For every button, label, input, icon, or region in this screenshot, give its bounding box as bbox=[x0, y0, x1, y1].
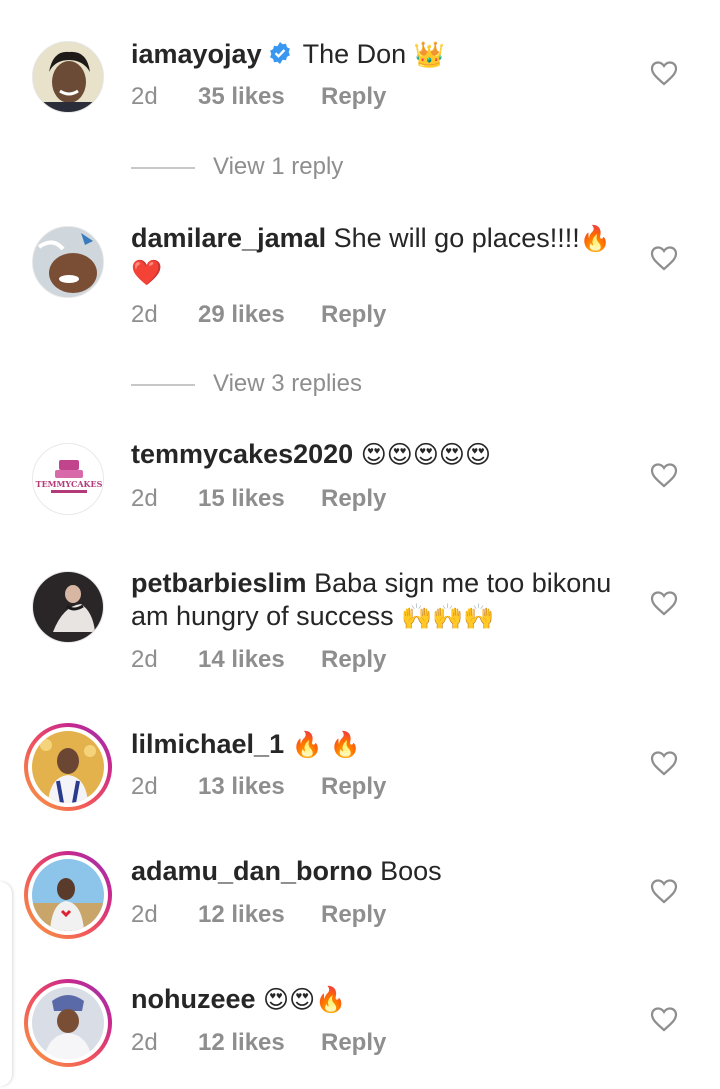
like-heart-icon[interactable] bbox=[650, 462, 678, 488]
like-heart-icon[interactable] bbox=[650, 245, 678, 271]
heart-eyes-fire-emoji-icon: 😍😍🔥 bbox=[263, 986, 347, 1014]
avatar[interactable] bbox=[32, 571, 104, 643]
comment-text: nohuzeee 😍😍🔥 bbox=[131, 983, 631, 1017]
like-heart-icon[interactable] bbox=[650, 60, 678, 86]
heart-eyes-emoji-icon: 😍😍😍😍😍 bbox=[360, 441, 492, 469]
comment-text: lilmichael_1 🔥 🔥 bbox=[131, 728, 631, 762]
comment-likes[interactable]: 15 likes bbox=[198, 484, 321, 514]
avatar-story-ring[interactable] bbox=[24, 979, 112, 1067]
comment-likes[interactable]: 35 likes bbox=[198, 82, 321, 112]
comment-likes[interactable]: 12 likes bbox=[198, 900, 321, 930]
comment-time: 2d bbox=[131, 485, 158, 512]
avatar[interactable]: TEMMYCAKES bbox=[32, 443, 104, 515]
view-replies-label: View 3 replies bbox=[213, 370, 362, 397]
raising-hands-emoji-icon: 🙌🙌🙌 bbox=[401, 603, 495, 631]
side-panel-edge bbox=[0, 882, 12, 1086]
comment-text: damilare_jamal She will go places!!!!🔥❤️ bbox=[131, 222, 631, 290]
comment-username[interactable]: iamayojay bbox=[131, 39, 262, 69]
comment-time: 2d bbox=[131, 901, 158, 928]
avatar-logo-text: TEMMYCAKES bbox=[36, 479, 103, 489]
comment-username[interactable]: lilmichael_1 bbox=[131, 729, 284, 759]
like-heart-icon[interactable] bbox=[650, 878, 678, 904]
comment-meta: 2d 13 likes Reply bbox=[131, 772, 386, 802]
comment-time: 2d bbox=[131, 646, 158, 673]
comment-likes[interactable]: 13 likes bbox=[198, 772, 321, 802]
comment-time: 2d bbox=[131, 773, 158, 800]
avatar-story-ring[interactable] bbox=[24, 851, 112, 939]
comment-body: Boos bbox=[380, 856, 442, 886]
comment-text: adamu_dan_borno Boos bbox=[131, 855, 631, 888]
reply-button[interactable]: Reply bbox=[321, 772, 386, 802]
view-replies-link[interactable]: View 1 reply bbox=[131, 152, 343, 182]
comment-text: iamayojay The Don 👑 bbox=[131, 38, 631, 72]
divider-line bbox=[131, 383, 195, 386]
avatar bbox=[32, 987, 104, 1059]
comment-meta: 2d 35 likes Reply bbox=[131, 82, 386, 112]
like-heart-icon[interactable] bbox=[650, 590, 678, 616]
comment-username[interactable]: adamu_dan_borno bbox=[131, 856, 373, 886]
avatar bbox=[32, 859, 104, 931]
reply-button[interactable]: Reply bbox=[321, 645, 386, 675]
divider-line bbox=[131, 166, 195, 169]
comment-meta: 2d 29 likes Reply bbox=[131, 300, 386, 330]
comment-meta: 2d 14 likes Reply bbox=[131, 645, 386, 675]
comment-time: 2d bbox=[131, 301, 158, 328]
verified-badge-icon bbox=[269, 42, 290, 64]
avatar-story-ring[interactable] bbox=[24, 723, 112, 811]
comment-likes[interactable]: 14 likes bbox=[198, 645, 321, 675]
comment-likes[interactable]: 12 likes bbox=[198, 1028, 321, 1058]
comment-meta: 2d 12 likes Reply bbox=[131, 900, 386, 930]
avatar bbox=[32, 731, 104, 803]
reply-button[interactable]: Reply bbox=[321, 484, 386, 514]
crown-emoji-icon: 👑 bbox=[413, 41, 445, 69]
comment-meta: 2d 15 likes Reply bbox=[131, 484, 386, 514]
view-replies-label: View 1 reply bbox=[213, 153, 344, 180]
comment-time: 2d bbox=[131, 83, 158, 110]
comment-username[interactable]: temmycakes2020 bbox=[131, 439, 353, 469]
reply-button[interactable]: Reply bbox=[321, 900, 386, 930]
like-heart-icon[interactable] bbox=[650, 1006, 678, 1032]
comment-meta: 2d 12 likes Reply bbox=[131, 1028, 386, 1058]
avatar[interactable] bbox=[32, 226, 104, 298]
fire-emoji-icon: 🔥 🔥 bbox=[291, 731, 361, 759]
comment-body: She will go places!!!! bbox=[333, 223, 580, 253]
avatar[interactable] bbox=[32, 41, 104, 113]
comment-text: petbarbieslim Baba sign me too bikonu am… bbox=[131, 567, 631, 634]
like-heart-icon[interactable] bbox=[650, 750, 678, 776]
reply-button[interactable]: Reply bbox=[321, 1028, 386, 1058]
comment-username[interactable]: damilare_jamal bbox=[131, 223, 326, 253]
comment-username[interactable]: petbarbieslim bbox=[131, 568, 307, 598]
comment-username[interactable]: nohuzeee bbox=[131, 984, 256, 1014]
comment-text: temmycakes2020 😍😍😍😍😍 bbox=[131, 438, 631, 472]
view-replies-link[interactable]: View 3 replies bbox=[131, 369, 362, 399]
reply-button[interactable]: Reply bbox=[321, 82, 386, 112]
comment-body: The Don bbox=[302, 39, 407, 69]
reply-button[interactable]: Reply bbox=[321, 300, 386, 330]
comment-time: 2d bbox=[131, 1029, 158, 1056]
comment-likes[interactable]: 29 likes bbox=[198, 300, 321, 330]
